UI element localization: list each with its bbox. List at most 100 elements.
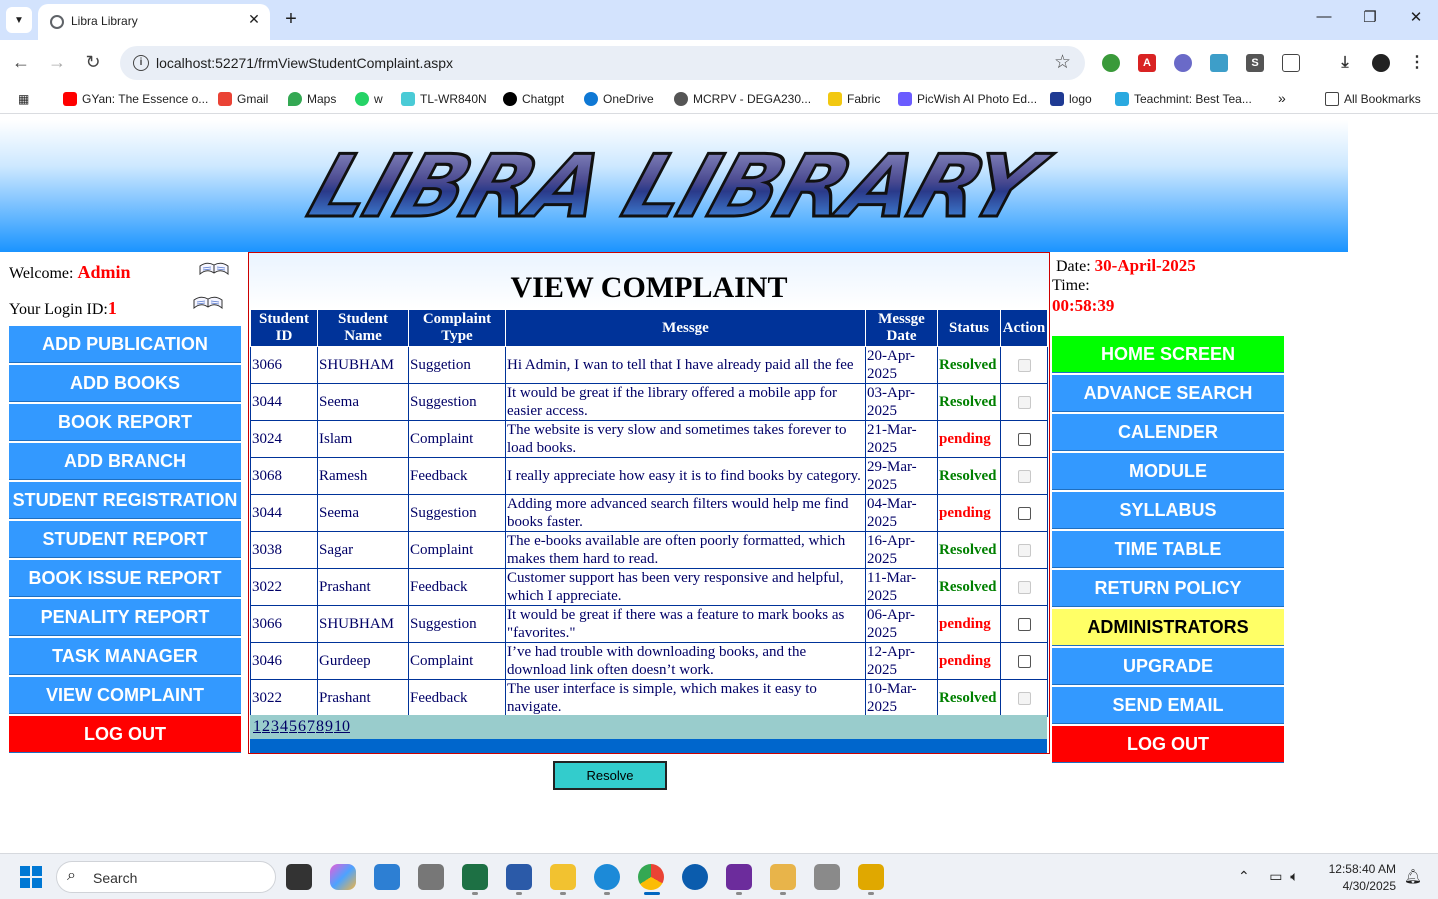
save-extension-icon[interactable] bbox=[1210, 54, 1228, 72]
volume-icon[interactable]: 🔈︎ bbox=[1290, 868, 1298, 884]
bookmark-star-icon[interactable]: ☆ bbox=[1054, 51, 1071, 74]
download-icon[interactable]: ⤓ bbox=[1336, 54, 1354, 72]
penality-report-button[interactable]: PENALITY REPORT bbox=[9, 599, 241, 636]
calender-button[interactable]: CALENDER bbox=[1052, 414, 1284, 451]
profile-avatar[interactable] bbox=[1372, 54, 1390, 72]
window-close-icon[interactable]: ✕ bbox=[1401, 8, 1431, 26]
bookmark-item[interactable]: Maps bbox=[288, 92, 336, 106]
page-link[interactable]: 10 bbox=[334, 718, 350, 735]
bookmark-item[interactable]: PicWish AI Photo Ed... bbox=[898, 92, 1037, 106]
cell-action bbox=[1000, 457, 1048, 495]
page-link[interactable]: 7 bbox=[307, 718, 315, 735]
page-link[interactable]: 3 bbox=[271, 718, 279, 735]
s-extension-icon[interactable]: S bbox=[1246, 54, 1264, 72]
send-email-button[interactable]: SEND EMAIL bbox=[1052, 687, 1284, 724]
bookmark-item[interactable]: Teachmint: Best Tea... bbox=[1115, 92, 1252, 106]
logout-button[interactable]: LOG OUT bbox=[9, 716, 241, 753]
site-info-icon[interactable]: i bbox=[133, 55, 149, 71]
time-table-button[interactable]: TIME TABLE bbox=[1052, 531, 1284, 568]
student-registration-button[interactable]: STUDENT REGISTRATION bbox=[9, 482, 241, 519]
system-tray[interactable]: ⌃ ▭ 🔈︎ bbox=[1238, 868, 1299, 885]
pen-app-icon[interactable] bbox=[858, 864, 884, 890]
upgrade-button[interactable]: UPGRADE bbox=[1052, 648, 1284, 685]
add-branch-button[interactable]: ADD BRANCH bbox=[9, 443, 241, 480]
module-button[interactable]: MODULE bbox=[1052, 453, 1284, 490]
network-icon[interactable]: ▭ bbox=[1269, 868, 1282, 884]
add-books-button[interactable]: ADD BOOKS bbox=[9, 365, 241, 402]
home-screen-button[interactable]: HOME SCREEN bbox=[1052, 336, 1284, 373]
page-link[interactable]: 4 bbox=[280, 718, 288, 735]
tab-search-button[interactable]: ▼ bbox=[6, 7, 32, 33]
resolve-checkbox[interactable] bbox=[1017, 506, 1031, 520]
extension-globe-icon[interactable] bbox=[1102, 54, 1120, 72]
notepad-icon[interactable] bbox=[374, 864, 400, 890]
resolve-checkbox[interactable] bbox=[1017, 432, 1031, 446]
return-policy-button[interactable]: RETURN POLICY bbox=[1052, 570, 1284, 607]
page-link[interactable]: 5 bbox=[289, 718, 297, 735]
visual-studio-icon[interactable] bbox=[726, 864, 752, 890]
pdf-extension-icon[interactable]: A bbox=[1138, 54, 1156, 72]
task-manager-button[interactable]: TASK MANAGER bbox=[9, 638, 241, 675]
chevron-up-icon[interactable]: ⌃ bbox=[1238, 868, 1250, 884]
kebab-menu-icon[interactable]: ⋮ bbox=[1408, 54, 1426, 72]
clock-time[interactable]: 12:58:40 AM bbox=[1326, 862, 1396, 876]
page-link[interactable]: 2 bbox=[262, 718, 270, 735]
resolve-checkbox[interactable] bbox=[1017, 617, 1031, 631]
all-bookmarks-button[interactable]: All Bookmarks bbox=[1325, 92, 1421, 106]
edge-icon[interactable] bbox=[594, 864, 620, 890]
administrators-button[interactable]: ADMINISTRATORS bbox=[1052, 609, 1284, 646]
student-report-button[interactable]: STUDENT REPORT bbox=[9, 521, 241, 558]
bookmark-item[interactable]: MCRPV - DEGA230... bbox=[674, 92, 811, 106]
word-icon[interactable] bbox=[506, 864, 532, 890]
cell-student-name: Islam bbox=[317, 420, 409, 458]
bookmark-item[interactable]: logo bbox=[1050, 92, 1092, 106]
chrome-icon[interactable] bbox=[638, 864, 664, 890]
minimize-icon[interactable]: — bbox=[1309, 8, 1339, 25]
url-text[interactable]: localhost:52271/frmViewStudentComplaint.… bbox=[156, 55, 453, 71]
page-link[interactable]: 9 bbox=[325, 718, 333, 735]
resolve-checkbox[interactable] bbox=[1017, 654, 1031, 668]
resolve-button[interactable]: Resolve bbox=[553, 761, 667, 790]
address-bar[interactable]: i localhost:52271/frmViewStudentComplain… bbox=[120, 46, 1085, 80]
view-complaint-button[interactable]: VIEW COMPLAINT bbox=[9, 677, 241, 714]
right-logout-button[interactable]: LOG OUT bbox=[1052, 726, 1284, 763]
back-arrow-icon[interactable]: ← bbox=[9, 52, 33, 73]
advance-search-button[interactable]: ADVANCE SEARCH bbox=[1052, 375, 1284, 412]
app-icon[interactable] bbox=[770, 864, 796, 890]
bookmark-item[interactable]: Fabric bbox=[828, 92, 880, 106]
calculator-icon[interactable] bbox=[418, 864, 444, 890]
taskbar-search[interactable]: ⌕ Search bbox=[56, 861, 276, 893]
clock-date[interactable]: 4/30/2025 bbox=[1326, 879, 1396, 893]
bookmark-item[interactable]: w bbox=[355, 92, 383, 106]
add-publication-button[interactable]: ADD PUBLICATION bbox=[9, 326, 241, 363]
copilot-icon[interactable] bbox=[330, 864, 356, 890]
notification-bell-icon[interactable]: 🔔︎ bbox=[1404, 868, 1422, 885]
page-link[interactable]: 6 bbox=[298, 718, 306, 735]
reload-icon[interactable]: ↻ bbox=[81, 52, 105, 73]
page-link[interactable]: 8 bbox=[316, 718, 324, 735]
bookmark-item[interactable]: OneDrive bbox=[584, 92, 654, 106]
bookmark-item[interactable]: Gmail bbox=[218, 92, 268, 106]
new-tab-button[interactable]: + bbox=[280, 8, 302, 31]
apps-grid-icon[interactable]: ▦ bbox=[18, 92, 29, 106]
tab-close-icon[interactable]: ✕ bbox=[244, 11, 264, 28]
extension-circle-icon[interactable] bbox=[1174, 54, 1192, 72]
page-link[interactable]: 1 bbox=[253, 718, 261, 735]
restore-icon[interactable]: ❐ bbox=[1355, 8, 1385, 26]
bookmark-item[interactable]: Chatgpt bbox=[503, 92, 564, 106]
windows-start-icon[interactable] bbox=[20, 866, 42, 888]
bookmark-item[interactable]: GYan: The Essence o... bbox=[63, 92, 208, 106]
forward-arrow-icon[interactable]: → bbox=[45, 52, 69, 73]
excel-icon[interactable] bbox=[462, 864, 488, 890]
book-report-button[interactable]: BOOK REPORT bbox=[9, 404, 241, 441]
syllabus-button[interactable]: SYLLABUS bbox=[1052, 492, 1284, 529]
tools-icon[interactable] bbox=[814, 864, 840, 890]
browser-tab-active[interactable]: Libra Library ✕ bbox=[38, 4, 270, 40]
puzzle-extensions-icon[interactable] bbox=[1282, 54, 1300, 72]
task-view-icon[interactable] bbox=[286, 864, 312, 890]
file-explorer-icon[interactable] bbox=[550, 864, 576, 890]
bookmark-item[interactable]: TL-WR840N bbox=[401, 92, 487, 106]
book-issue-report-button[interactable]: BOOK ISSUE REPORT bbox=[9, 560, 241, 597]
edge-beta-icon[interactable] bbox=[682, 864, 708, 890]
more-bookmarks-chevron-icon[interactable]: » bbox=[1278, 90, 1286, 106]
